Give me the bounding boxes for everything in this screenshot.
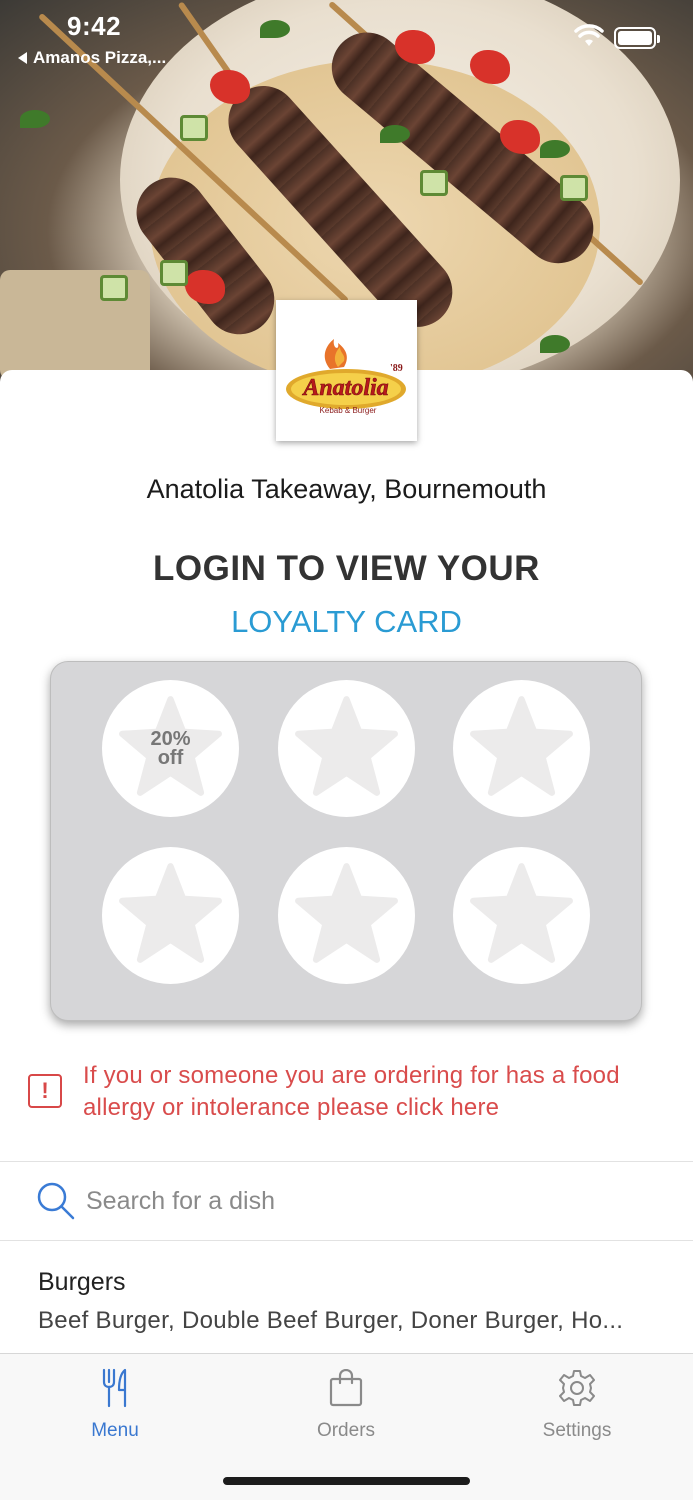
tab-orders-label: Orders bbox=[316, 1420, 376, 1441]
cucumber bbox=[560, 175, 588, 201]
cucumber bbox=[420, 170, 448, 196]
star-icon bbox=[295, 863, 398, 963]
restaurant-logo: Anatolia Kebab & Burger '89 bbox=[276, 300, 417, 441]
herb bbox=[540, 140, 570, 158]
home-indicator[interactable] bbox=[223, 1477, 470, 1485]
category-title: Burgers bbox=[38, 1268, 126, 1296]
herb bbox=[20, 110, 50, 128]
allergy-notice-link[interactable]: ! If you or someone you are ordering for… bbox=[28, 1060, 668, 1124]
svg-text:'89: '89 bbox=[390, 363, 403, 374]
tab-menu-label: Menu bbox=[91, 1420, 139, 1441]
divider bbox=[0, 1240, 693, 1241]
back-to-app-link[interactable]: Amanos Pizza,... bbox=[18, 48, 166, 68]
category-items: Beef Burger, Double Beef Burger, Doner B… bbox=[38, 1307, 624, 1334]
stamp-reward-label: 20% off bbox=[150, 727, 191, 769]
tab-orders[interactable]: Orders bbox=[266, 1366, 426, 1442]
svg-text:Anatolia: Anatolia bbox=[301, 375, 388, 401]
tab-settings[interactable]: Settings bbox=[497, 1366, 657, 1442]
alert-icon: ! bbox=[28, 1074, 62, 1108]
battery-icon bbox=[614, 27, 660, 49]
search-icon bbox=[37, 1182, 75, 1220]
menu-category-burgers[interactable]: Burgers Beef Burger, Double Beef Burger,… bbox=[38, 1268, 668, 1335]
cucumber bbox=[180, 115, 208, 141]
cucumber bbox=[160, 260, 188, 286]
star-icon bbox=[470, 863, 573, 963]
stamp-slot-3 bbox=[453, 680, 590, 817]
restaurant-name: Anatolia Takeaway, Bournemouth bbox=[146, 474, 547, 504]
star-icon bbox=[295, 696, 398, 796]
stamp-slot-6 bbox=[453, 847, 590, 984]
tab-menu[interactable]: Menu bbox=[35, 1366, 195, 1442]
wifi-icon bbox=[574, 24, 604, 46]
stamp-slot-1: 20% off bbox=[102, 680, 239, 817]
status-bar: 9:42 Amanos Pizza,... bbox=[0, 0, 693, 80]
logo-icon: Anatolia Kebab & Burger '89 bbox=[285, 338, 406, 415]
loyalty-card[interactable]: 20% off bbox=[50, 661, 642, 1021]
fork-knife-icon bbox=[102, 1368, 127, 1408]
cucumber bbox=[100, 275, 128, 301]
back-arrow-icon bbox=[18, 52, 27, 64]
stamp-slot-5 bbox=[278, 847, 415, 984]
star-icon bbox=[119, 863, 222, 963]
shopping-bag-icon bbox=[329, 1369, 363, 1407]
herb bbox=[540, 335, 570, 353]
tab-settings-label: Settings bbox=[542, 1420, 612, 1441]
status-time: 9:42 bbox=[67, 11, 122, 41]
stamp-slot-2 bbox=[278, 680, 415, 817]
search-bar[interactable] bbox=[0, 1162, 693, 1240]
login-heading[interactable]: LOGIN TO VIEW YOUR bbox=[0, 549, 693, 589]
loyalty-card-heading[interactable]: LOYALTY CARD bbox=[0, 604, 693, 640]
search-input[interactable] bbox=[86, 1186, 586, 1216]
herb bbox=[380, 125, 410, 143]
svg-text:Kebab & Burger: Kebab & Burger bbox=[319, 406, 376, 415]
gear-icon bbox=[559, 1370, 595, 1406]
star-icon bbox=[470, 696, 573, 796]
allergy-text: If you or someone you are ordering for h… bbox=[83, 1062, 620, 1121]
back-app-label: Amanos Pizza,... bbox=[33, 48, 167, 67]
stamp-slot-4 bbox=[102, 847, 239, 984]
